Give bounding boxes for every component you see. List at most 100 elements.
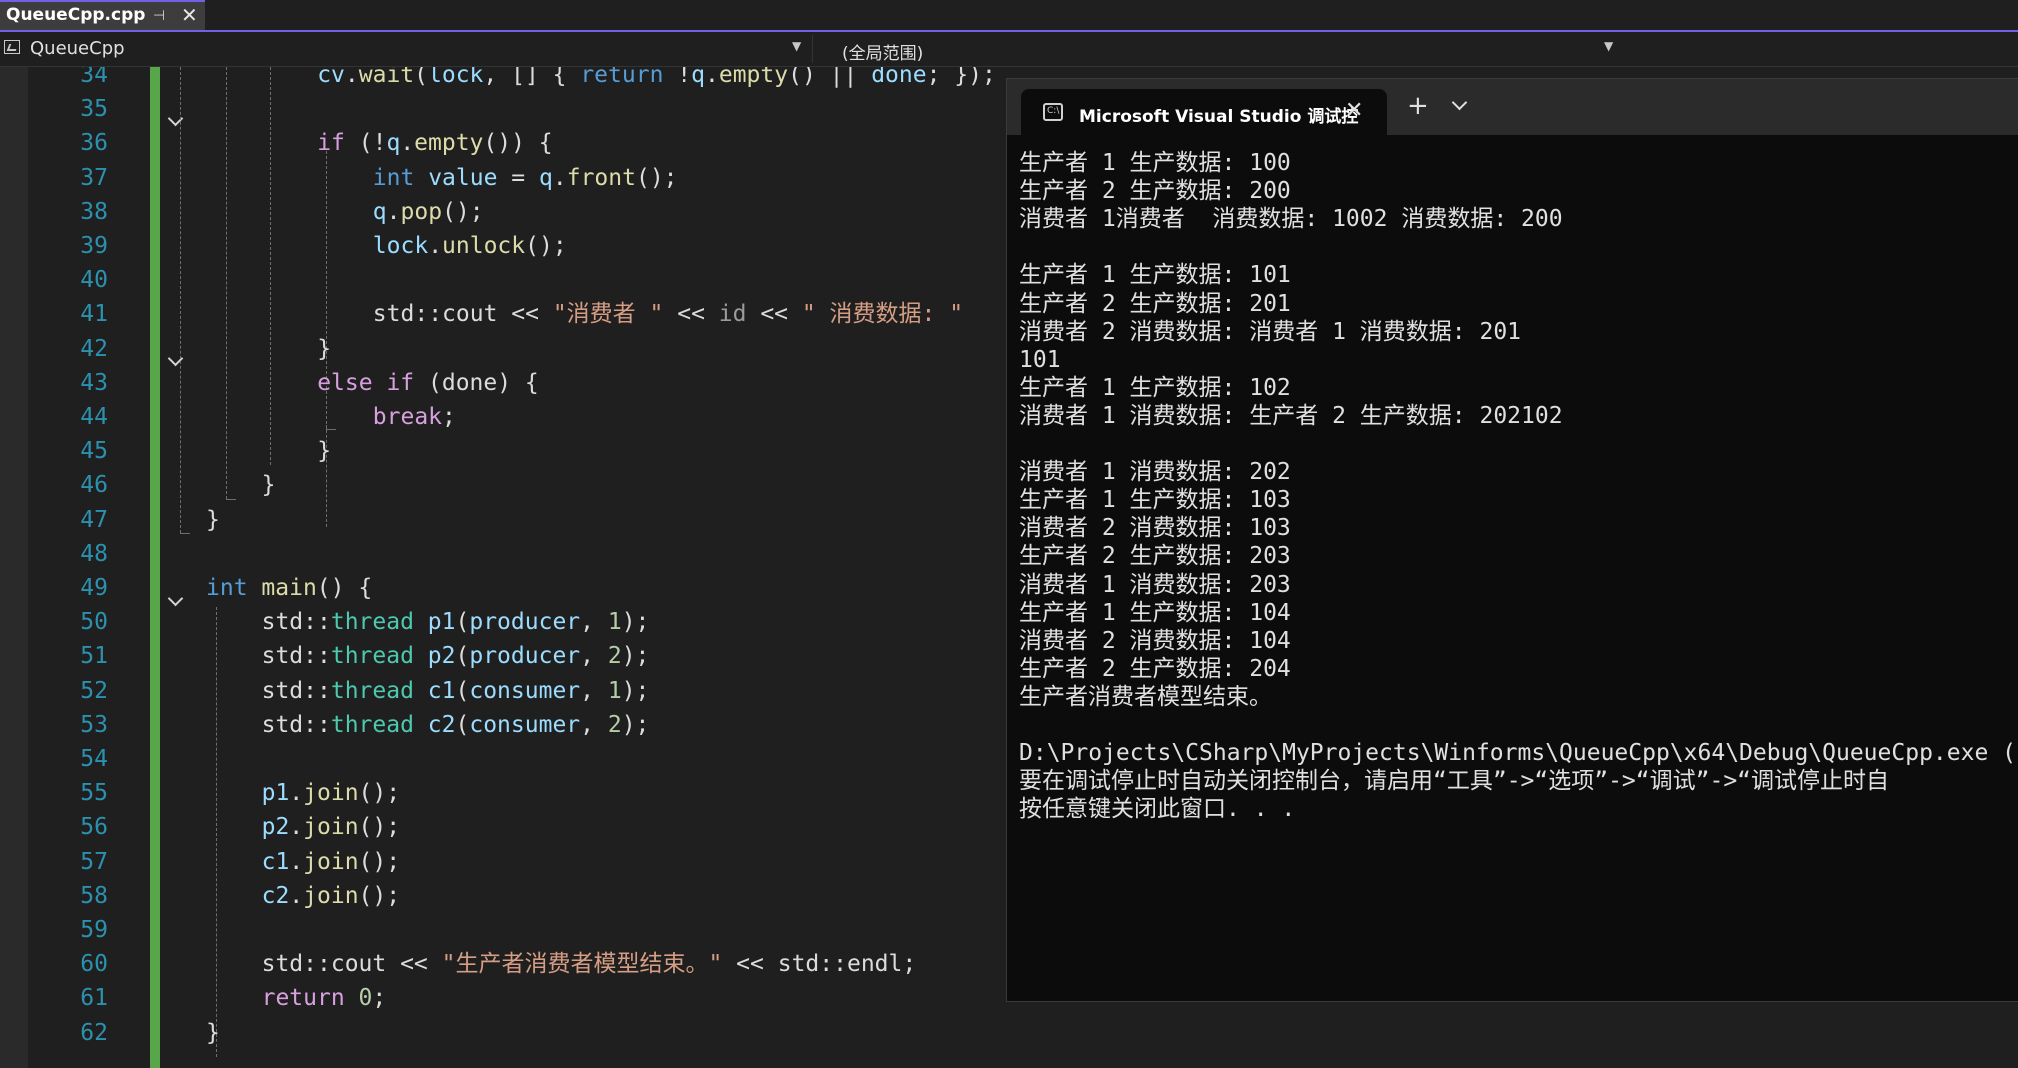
tab-queuecpp-cpp[interactable]: QueueCpp.cpp ⊣ ✕	[0, 0, 205, 30]
code-token: std	[261, 677, 304, 704]
code-token: (	[455, 677, 470, 704]
console-titlebar: C:\ Microsoft Visual Studio 调试控 ✕ +	[1007, 79, 2018, 135]
line-number: 34	[80, 67, 108, 88]
console-output-line: 消费者 1 消费数据: 202	[1019, 459, 1291, 486]
structure-guide-line	[226, 67, 227, 499]
fold-chevron-icon[interactable]	[166, 351, 186, 371]
console-output-line: 生产者 1 生产数据: 102	[1019, 374, 1291, 401]
code-token: c2	[427, 711, 456, 738]
console-output-line: 消费者 2 消费数据: 消费者 1 消费数据: 201	[1019, 318, 1522, 345]
code-token: }	[261, 472, 276, 499]
close-icon[interactable]: ✕	[181, 3, 198, 27]
code-token: std	[261, 951, 304, 978]
code-token: , [] {	[483, 67, 581, 88]
code-token: ,	[580, 643, 608, 670]
divider	[812, 35, 813, 63]
line-number: 61	[80, 985, 108, 1012]
code-line[interactable]: }	[206, 503, 220, 537]
code-token: q	[691, 67, 705, 88]
code-token: }	[317, 335, 332, 362]
code-token: <<	[386, 951, 442, 978]
console-tab[interactable]: C:\ Microsoft Visual Studio 调试控 ✕	[1021, 89, 1387, 135]
navigation-bar: QueueCpp ▼ (全局范围) ▼	[0, 32, 2018, 67]
project-dropdown[interactable]: QueueCpp ▼	[0, 35, 812, 63]
chevron-down-icon[interactable]	[1450, 95, 1470, 115]
code-line[interactable]: c2.join();	[262, 879, 401, 913]
code-line[interactable]: std::thread c2(consumer, 2);	[262, 708, 650, 742]
code-line[interactable]: int value = q.front();	[373, 161, 678, 195]
fold-chevron-icon[interactable]	[166, 591, 186, 611]
code-token: (	[455, 643, 470, 670]
code-token: wait	[358, 67, 415, 88]
console-output-line: 生产者 2 生产数据: 201	[1019, 290, 1291, 317]
code-token: .	[400, 130, 415, 157]
code-token: .	[704, 67, 719, 88]
code-token: lock	[428, 67, 484, 88]
fold-chevron-icon[interactable]	[166, 111, 186, 131]
code-token: thread	[330, 677, 414, 704]
line-number: 51	[80, 643, 108, 670]
code-line[interactable]: lock.unlock();	[373, 229, 567, 263]
code-token: return	[261, 985, 345, 1012]
code-token: ::	[303, 643, 331, 670]
code-line[interactable]: }	[317, 332, 331, 366]
code-token: ()) {	[483, 130, 553, 157]
code-token: <<	[663, 301, 719, 328]
code-token: ::	[303, 711, 331, 738]
code-line[interactable]: break;	[373, 400, 456, 434]
code-token: ;	[372, 985, 387, 1012]
scope-dropdown[interactable]: (全局范围) ▼	[812, 35, 1624, 64]
code-line[interactable]: c1.join();	[262, 845, 401, 879]
code-line[interactable]: int main() {	[206, 571, 372, 605]
project-dropdown-label: QueueCpp	[30, 38, 125, 59]
line-number: 46	[80, 472, 108, 499]
code-token: std	[261, 711, 304, 738]
code-token: p2	[261, 814, 290, 841]
code-token: join	[303, 848, 359, 875]
code-token: () {	[316, 575, 373, 601]
line-number: 56	[80, 814, 108, 841]
scope-dropdown-label: (全局范围)	[842, 44, 924, 64]
code-line[interactable]: if (!q.empty()) {	[317, 126, 552, 160]
new-tab-plus-icon[interactable]: +	[1407, 93, 1429, 119]
console-output-line: 生产者 1 生产数据: 104	[1019, 599, 1291, 626]
code-line[interactable]: else if (done) {	[317, 366, 539, 400]
code-line[interactable]: return 0;	[262, 981, 387, 1015]
code-line[interactable]: }	[262, 468, 276, 502]
code-line[interactable]: cv.wait(lock, [] { return !q.empty() || …	[317, 67, 996, 92]
code-line[interactable]: std::thread p2(producer, 2);	[262, 639, 650, 673]
code-line[interactable]: }	[317, 434, 331, 468]
code-line[interactable]: std::cout << "消费者 " << id << " 消费数据: "	[373, 297, 963, 331]
code-line[interactable]: std::thread p1(producer, 1);	[262, 605, 650, 639]
code-token: if	[386, 369, 415, 396]
code-token: join	[303, 882, 359, 909]
code-token: cv	[317, 67, 345, 88]
pin-icon[interactable]: ⊣	[153, 8, 165, 24]
debug-console-window[interactable]: C:\ Microsoft Visual Studio 调试控 ✕ + 生产者 …	[1006, 78, 2018, 1002]
structure-guide-end	[326, 429, 336, 430]
code-token: ();	[358, 780, 401, 807]
dropdown-arrow-icon: ▼	[1604, 39, 1614, 53]
code-token: (!	[344, 130, 387, 157]
code-line[interactable]: p1.join();	[262, 776, 401, 810]
code-line[interactable]: }	[206, 1016, 220, 1050]
code-line[interactable]: std::thread c1(consumer, 1);	[262, 674, 650, 708]
code-token: consumer	[469, 677, 581, 704]
line-number: 50	[80, 609, 108, 636]
close-icon[interactable]: ✕	[1345, 98, 1363, 123]
code-token: id	[718, 301, 747, 328]
code-token: ();	[358, 882, 401, 909]
code-line[interactable]: p2.join();	[262, 810, 401, 844]
code-token: );	[621, 609, 650, 636]
code-line[interactable]: q.pop();	[373, 195, 484, 229]
code-token: }	[317, 438, 332, 465]
console-output-line: 生产者 1 生产数据: 103	[1019, 487, 1291, 514]
code-token: done	[441, 369, 498, 396]
code-token: 1	[607, 677, 622, 704]
code-line[interactable]: std::cout << "生产者消费者模型结束。" << std::endl;	[262, 947, 917, 981]
code-token: thread	[330, 643, 414, 670]
code-token: c1	[261, 848, 290, 875]
line-number: 35	[80, 96, 108, 123]
line-number: 45	[80, 438, 108, 465]
